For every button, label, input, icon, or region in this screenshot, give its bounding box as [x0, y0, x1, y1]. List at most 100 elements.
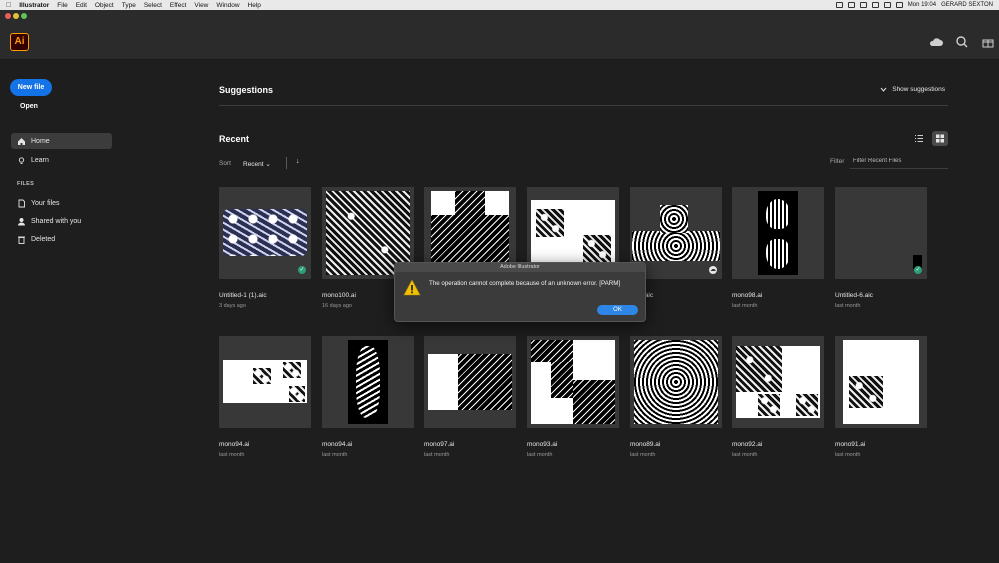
menu-select[interactable]: Select [144, 2, 162, 9]
filter-label: Filter [830, 158, 845, 165]
chevron-down-icon [880, 87, 887, 92]
grid-view-button[interactable] [932, 131, 948, 146]
close-window-button[interactable] [5, 13, 11, 19]
clock[interactable]: Mon 19:04 [908, 2, 936, 8]
users-icon [18, 217, 25, 225]
menu-type[interactable]: Type [122, 2, 136, 9]
menu-help[interactable]: Help [248, 2, 261, 9]
sidebar-item-learn[interactable]: Learn [11, 152, 112, 168]
file-thumbnail[interactable] [835, 336, 927, 428]
gift-icon[interactable] [981, 36, 995, 48]
grid-view-icon [936, 134, 944, 143]
sidebar-item-label: Home [31, 137, 50, 145]
file-card[interactable]: mono89.ai last month [630, 336, 722, 458]
file-card[interactable]: ✓ Untitled-1 (1).aic 3 days ago [219, 187, 311, 309]
open-button[interactable]: Open [20, 103, 38, 110]
file-date: last month [219, 452, 245, 458]
divider [219, 105, 948, 106]
sidebar-item-label: Your files [31, 199, 60, 207]
file-card[interactable]: mono94.ai last month [219, 336, 311, 458]
file-name: mono94.ai [219, 441, 250, 448]
battery-icon[interactable] [871, 2, 879, 8]
synced-check-icon: ✓ [298, 266, 306, 274]
menu-file[interactable]: File [57, 2, 67, 9]
file-thumbnail[interactable]: ✓ [835, 187, 927, 279]
wifi-icon[interactable] [883, 2, 891, 8]
minimize-window-button[interactable] [13, 13, 19, 19]
file-date: last month [835, 303, 861, 309]
file-thumbnail[interactable] [630, 336, 722, 428]
file-name: mono93.ai [527, 441, 558, 448]
file-thumbnail[interactable] [322, 336, 414, 428]
sort-dropdown[interactable]: Recent ⌄ [243, 160, 271, 168]
file-thumbnail[interactable] [732, 336, 824, 428]
file-thumbnail[interactable] [219, 336, 311, 428]
file-thumbnail[interactable]: ✓ [219, 187, 311, 279]
menu-edit[interactable]: Edit [76, 2, 87, 9]
search-icon[interactable] [895, 2, 903, 8]
file-card[interactable]: mono91.ai last month [835, 336, 927, 458]
file-thumbnail[interactable] [732, 187, 824, 279]
status-icon[interactable] [835, 2, 843, 8]
sidebar-item-your-files[interactable]: Your files [11, 195, 112, 211]
menu-window[interactable]: Window [216, 2, 239, 9]
dialog-title: Adobe Illustrator [395, 263, 645, 272]
file-card[interactable]: mono93.ai last month [527, 336, 619, 458]
illustrator-logo: Ai [10, 33, 29, 51]
list-view-button[interactable] [911, 131, 927, 146]
file-card[interactable]: mono97.ai last month [424, 336, 516, 458]
file-name: mono89.ai [630, 441, 661, 448]
sidebar-item-shared[interactable]: Shared with you [11, 213, 112, 229]
sidebar-item-home[interactable]: Home [11, 133, 112, 149]
file-date: last month [732, 303, 758, 309]
file-card[interactable]: mono98.ai last month [732, 187, 824, 309]
search-icon[interactable] [955, 36, 969, 48]
synced-check-icon: ✓ [914, 266, 922, 274]
status-icon[interactable] [859, 2, 867, 8]
file-name: mono94.ai [322, 441, 353, 448]
mac-menubar:  Illustrator File Edit Object Type Sele… [0, 0, 999, 10]
list-view-icon [915, 135, 923, 142]
file-thumbnail[interactable] [424, 336, 516, 428]
zoom-window-button[interactable] [21, 13, 27, 19]
cloud-icon: ☁ [709, 266, 717, 274]
error-dialog: Adobe Illustrator The operation cannot c… [394, 262, 646, 322]
sort-direction-arrow-icon[interactable]: ↓ [296, 158, 300, 165]
menu-effect[interactable]: Effect [170, 2, 187, 9]
apple-icon[interactable]:  [6, 2, 11, 9]
menu-object[interactable]: Object [95, 2, 114, 9]
recent-heading: Recent [219, 134, 250, 144]
file-date: last month [732, 452, 758, 458]
file-card[interactable]: mono94.ai last month [322, 336, 414, 458]
cloud-icon[interactable] [929, 36, 943, 48]
sort-label: Sort [219, 160, 231, 167]
sidebar-item-label: Shared with you [31, 217, 82, 225]
menu-view[interactable]: View [194, 2, 208, 9]
file-name: mono97.ai [424, 441, 455, 448]
dialog-message: The operation cannot complete because of… [429, 280, 621, 287]
app-header: Ai [0, 22, 999, 60]
file-name: Untitled-1 (1).aic [219, 292, 267, 299]
file-thumbnail[interactable] [527, 336, 619, 428]
status-icon[interactable] [847, 2, 855, 8]
new-file-button[interactable]: New file [10, 79, 52, 96]
file-name: mono92.ai [732, 441, 763, 448]
file-card[interactable]: mono92.ai last month [732, 336, 824, 458]
menu-app[interactable]: Illustrator [19, 2, 49, 9]
file-card[interactable]: ✓ Untitled-6.aic last month [835, 187, 927, 309]
show-suggestions-label: Show suggestions [892, 86, 945, 93]
file-name: mono91.ai [835, 441, 866, 448]
file-date: last month [424, 452, 450, 458]
file-date: last month [527, 452, 553, 458]
sidebar: New file Open Home Learn FILES Your file… [0, 60, 120, 563]
home-icon [18, 137, 25, 145]
sidebar-item-deleted[interactable]: Deleted [11, 231, 112, 247]
file-name: mono98.ai [732, 292, 763, 299]
user-name[interactable]: GERARD SEXTON [941, 2, 993, 8]
trash-icon [18, 236, 25, 244]
ok-button[interactable]: OK [597, 305, 638, 315]
file-date: last month [322, 452, 348, 458]
filter-input[interactable] [850, 154, 948, 169]
show-suggestions-toggle[interactable]: Show suggestions [880, 86, 945, 93]
file-name: Untitled-6.aic [835, 292, 873, 299]
